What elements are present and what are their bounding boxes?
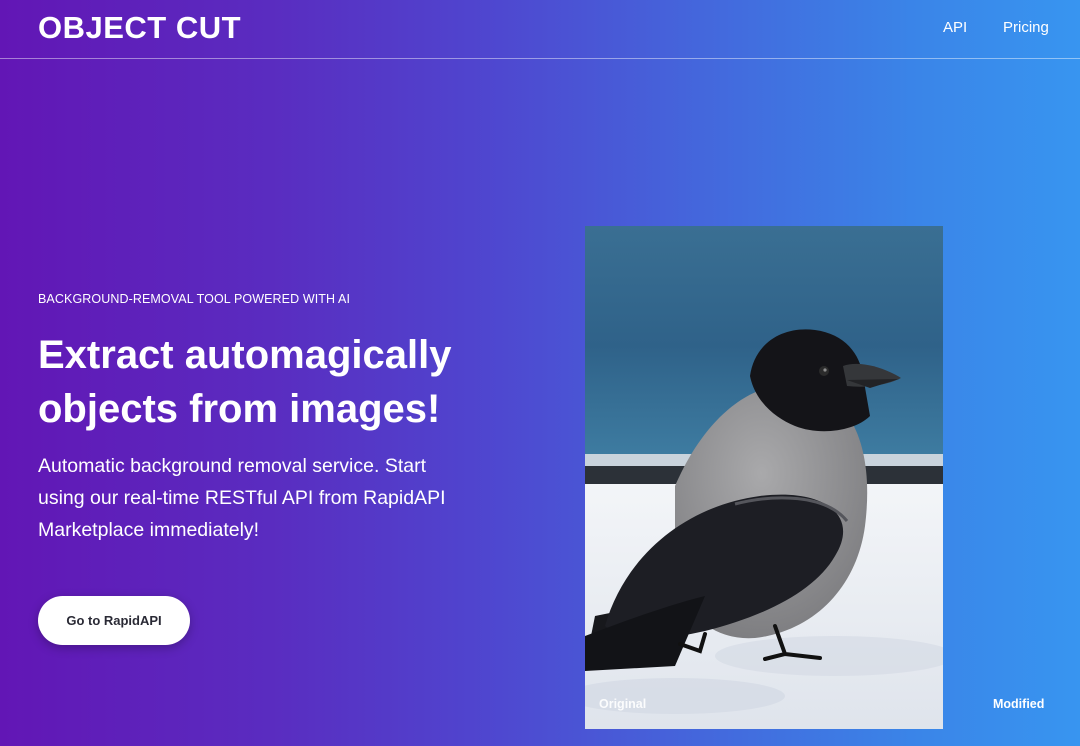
crow-photo-illustration [585,226,943,729]
top-navbar: OBJECT CUT API Pricing [0,0,1080,59]
comparison-image[interactable] [585,226,943,729]
hero-eyebrow: BACKGROUND-REMOVAL TOOL POWERED WITH AI [38,292,351,306]
brand-logo[interactable]: OBJECT CUT [38,10,241,46]
original-label: Original [599,697,647,711]
hero-description: Automatic background removal service. St… [38,455,446,541]
hero-headline: Extract automagically objects from image… [38,333,452,431]
nav-link-pricing[interactable]: Pricing [1003,19,1049,36]
nav-link-api[interactable]: API [943,19,967,36]
go-to-rapidapi-button[interactable]: Go to RapidAPI [38,596,190,645]
modified-label: Modified [993,697,1045,711]
